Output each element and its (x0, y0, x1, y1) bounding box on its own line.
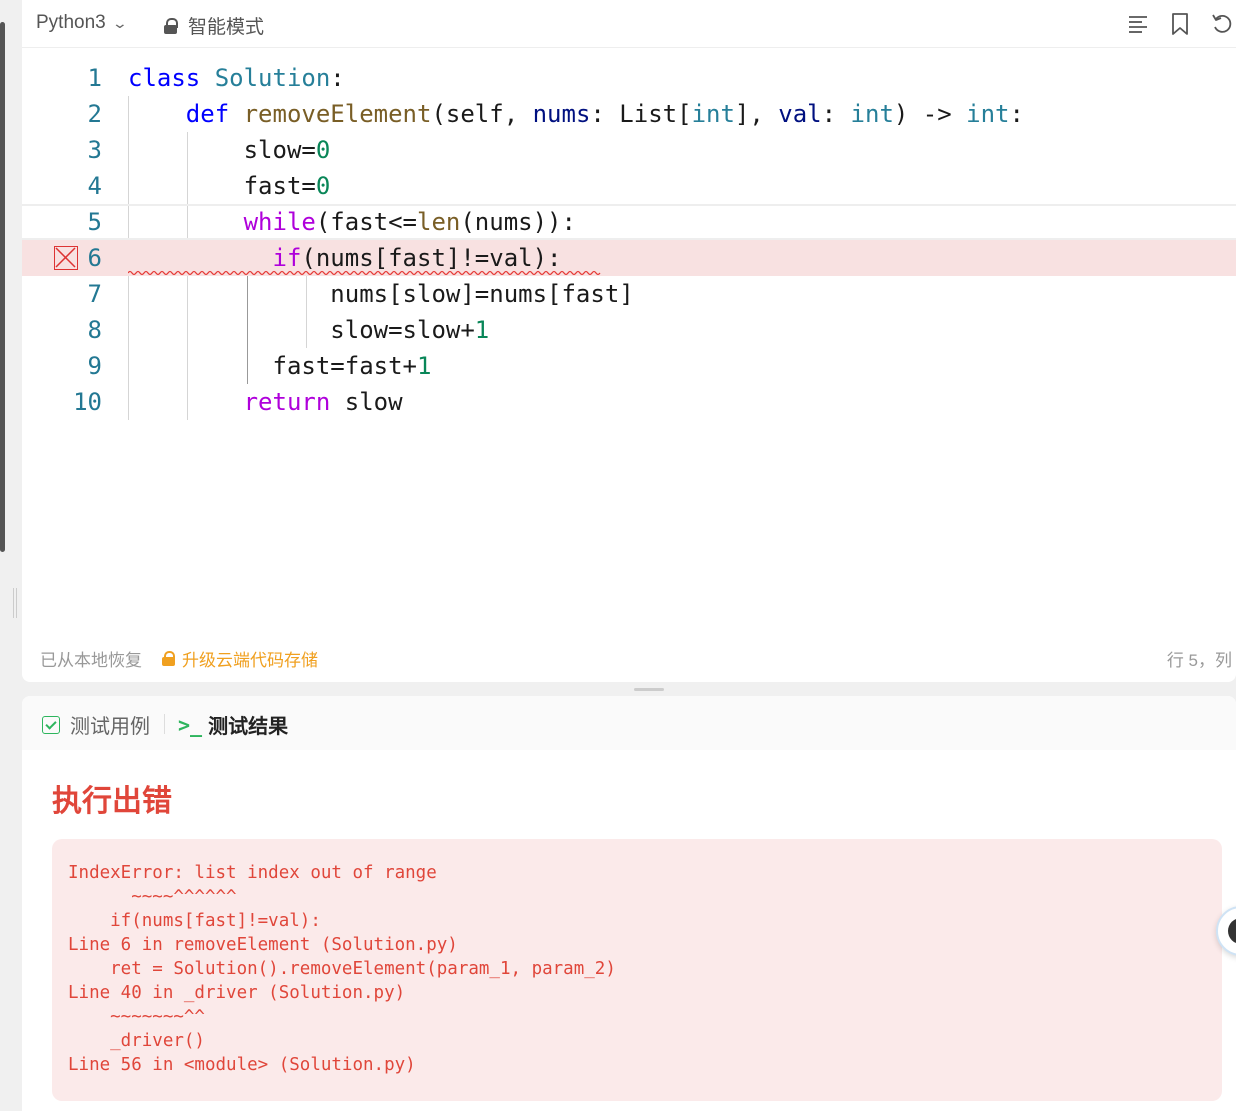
line-number: 3 (87, 136, 102, 164)
error-output-box: IndexError: list index out of range ~~~~… (52, 839, 1222, 1101)
tab-label: 测试结果 (208, 716, 289, 738)
traceback-line: IndexError: list index out of range (68, 863, 437, 883)
avatar (1228, 918, 1236, 944)
code-text: fast=0 (243, 172, 331, 200)
tab-separator (164, 714, 165, 734)
bookmark-icon[interactable] (1166, 10, 1194, 38)
reset-icon[interactable] (1208, 10, 1236, 38)
checkbox-icon (42, 715, 60, 734)
chevron-down-icon: ⌄ (111, 14, 128, 31)
code-text: return slow (243, 388, 403, 416)
line-number: 4 (87, 172, 102, 200)
editor-toolbar: Python3 ⌄ 智能模式 (22, 0, 1236, 48)
result-panel: 测试用例 >_ 测试结果 执行出错 IndexError: list index… (22, 696, 1236, 1111)
toolbar-actions (1124, 10, 1236, 38)
traceback-line: Line 6 in removeElement (Solution.py) (68, 935, 458, 955)
traceback-line: Line 56 in <module> (Solution.py) (68, 1055, 416, 1075)
code-line: 8 slow=slow+1 (22, 312, 1236, 348)
traceback-line: ~~~~^^^^^^ (68, 887, 237, 907)
traceback-line: ret = Solution().removeElement(param_1, … (68, 959, 616, 979)
code-line: 1 class Solution: (22, 60, 1236, 96)
execution-error-title: 执行出错 (52, 785, 172, 818)
code-text: while(fast<=len(nums)): (243, 208, 576, 236)
tab-label: 测试用例 (70, 716, 150, 738)
restore-status: 已从本地恢复 (40, 651, 142, 670)
code-text: slow=slow+1 (330, 316, 490, 344)
cursor-position: 行 5，列 (1166, 651, 1232, 670)
code-line: 9 fast=fast+1 (22, 348, 1236, 384)
traceback-line: Line 40 in _driver (Solution.py) (68, 983, 406, 1003)
line-number: 1 (87, 64, 102, 92)
error-traceback: IndexError: list index out of range ~~~~… (68, 861, 616, 1077)
lock-icon (162, 650, 176, 667)
line-number: 5 (87, 208, 102, 236)
line-number: 8 (87, 316, 102, 344)
code-line: 2 def removeElement(self, nums: List[int… (22, 96, 1236, 132)
code-text: slow=0 (243, 136, 331, 164)
code-text: class Solution: (128, 64, 345, 92)
line-number: 9 (87, 352, 102, 380)
app-root: Python3 ⌄ 智能模式 1 class Solution: 2 def r… (0, 0, 1236, 1111)
current-code-line: 5 while(fast<=len(nums)): (22, 204, 1236, 240)
mode-label: 智能模式 (188, 17, 265, 38)
code-line: 7 nums[slow]=nums[fast] (22, 276, 1236, 312)
smart-mode-toggle[interactable]: 智能模式 (164, 12, 264, 39)
error-code-line: 6 if(nums[fast]!=val): (22, 240, 1236, 276)
line-number: 7 (87, 280, 102, 308)
result-tabs: 测试用例 >_ 测试结果 (22, 696, 1236, 750)
left-strip (0, 0, 17, 1111)
line-number: 2 (87, 100, 102, 128)
editor-status-bar: 已从本地恢复 升级云端代码存储 行 5，列 (22, 640, 1236, 674)
code-area[interactable]: 1 class Solution: 2 def removeElement(se… (22, 60, 1236, 620)
traceback-line: if(nums[fast]!=val): (68, 911, 321, 931)
code-line: 4 fast=0 (22, 168, 1236, 204)
traceback-line: _driver() (68, 1031, 205, 1051)
left-scrollbar[interactable] (0, 22, 5, 552)
language-selector[interactable]: Python3 ⌄ (36, 12, 128, 34)
code-text: def removeElement(self, nums: List[int],… (185, 100, 1024, 128)
upgrade-label: 升级云端代码存储 (182, 651, 318, 670)
line-number: 10 (73, 388, 102, 416)
terminal-icon: >_ (178, 712, 203, 737)
format-icon[interactable] (1124, 10, 1152, 38)
code-line: 3 slow=0 (22, 132, 1236, 168)
line-number: 6 (87, 244, 102, 272)
panel-resize-handle[interactable] (634, 688, 664, 691)
upgrade-cloud-link[interactable]: 升级云端代码存储 (162, 646, 318, 671)
language-label: Python3 (36, 12, 106, 33)
tab-results[interactable]: >_ 测试结果 (178, 710, 288, 739)
code-text: fast=fast+1 (272, 352, 432, 380)
code-editor-panel: Python3 ⌄ 智能模式 1 class Solution: 2 def r… (22, 0, 1236, 682)
resize-grip[interactable] (13, 588, 17, 618)
tab-testcases[interactable]: 测试用例 (42, 710, 150, 739)
traceback-line: ~~~~~~~^^ (68, 1007, 205, 1027)
lock-icon (164, 17, 178, 34)
code-text: nums[slow]=nums[fast] (330, 280, 634, 308)
code-line: 10 return slow (22, 384, 1236, 420)
